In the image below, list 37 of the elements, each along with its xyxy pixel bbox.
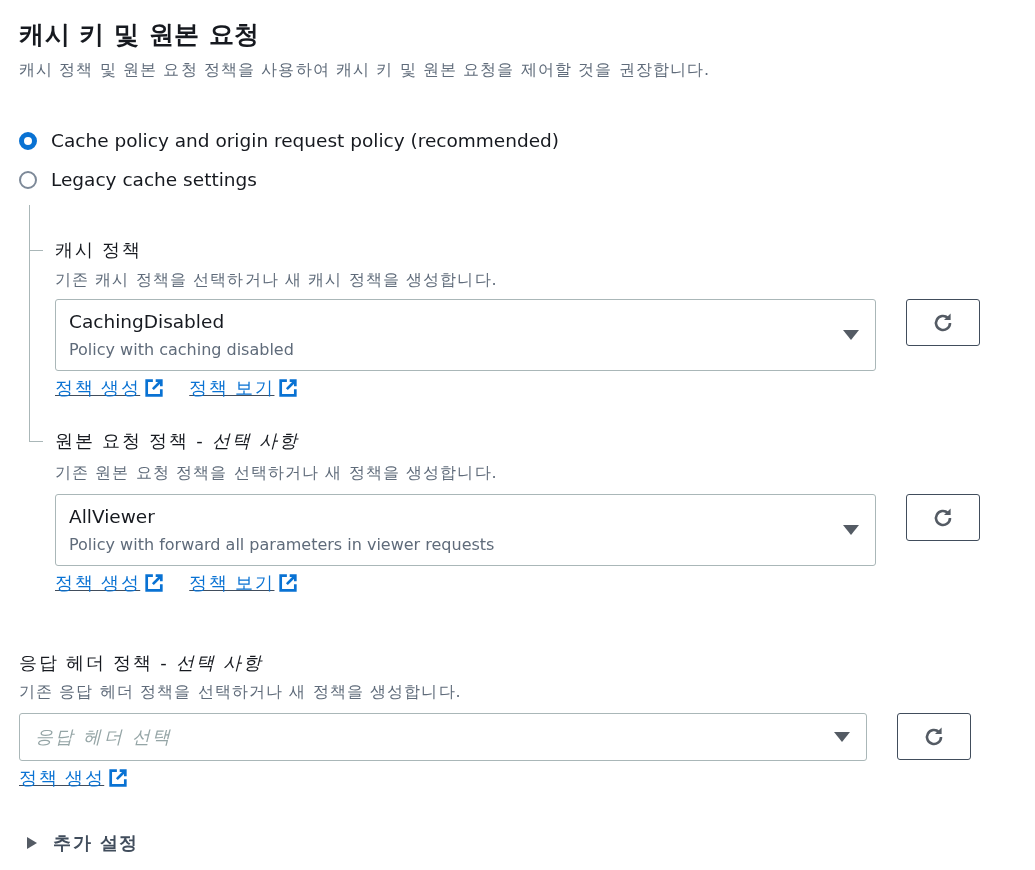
refresh-button[interactable] [906,299,980,346]
policy-link[interactable]: 정책 보기 [189,571,298,595]
external-link-icon [279,574,298,592]
field-label: 캐시 정책 [55,238,143,262]
caret-down-icon [834,732,850,742]
policy-link[interactable]: 정책 생성 [19,766,128,790]
radio-button[interactable] [19,132,37,150]
section-description: 캐시 정책 및 원본 요청 정책을 사용하여 캐시 키 및 원본 요청을 제어할 것을 권장합니다. [19,59,712,81]
policy-link[interactable]: 정책 생성 [55,376,164,400]
radio-button[interactable] [19,171,37,189]
select-field[interactable]: CachingDisabled Policy with caching disabled [55,299,876,371]
external-link-icon [145,379,164,397]
field-label: 원본 요청 정책 - 선택 사항 [55,429,300,453]
select-field[interactable]: 응답 헤더 선택 [19,713,867,761]
option-description: Policy with caching disabled [69,339,295,361]
radio-label[interactable]: Legacy cache settings [51,168,257,192]
selected-value: AllViewer [69,505,156,529]
refresh-button[interactable] [906,494,980,541]
expander-toggle[interactable]: 추가 설정 [53,831,139,855]
field-label: 응답 헤더 정책 - 선택 사항 [19,651,264,675]
external-link-icon [109,769,128,787]
policy-link[interactable]: 정책 보기 [189,376,298,400]
refresh-button[interactable] [897,713,971,760]
field-description: 기존 응답 헤더 정책을 선택하거나 새 정책을 생성합니다. [19,681,463,703]
external-link-icon [145,574,164,592]
caret-down-icon [843,330,859,340]
section-title: 캐시 키 및 원본 요청 [19,20,261,50]
caret-down-icon [843,525,859,535]
external-link-icon [279,379,298,397]
field-description: 기존 캐시 정책을 선택하거나 새 캐시 정책을 생성합니다. [55,269,499,291]
policy-link[interactable]: 정책 생성 [55,571,164,595]
selected-value: CachingDisabled [69,310,226,334]
field-description: 기존 원본 요청 정책을 선택하거나 새 정책을 생성합니다. [55,462,499,484]
select-field[interactable]: AllViewer Policy with forward all parameters in viewer requests [55,494,876,566]
option-description: Policy with forward all parameters in viewer requests [69,534,496,556]
radio-label[interactable]: Cache policy and origin request policy (recommended) [51,129,560,153]
select-placeholder: 응답 헤더 선택 [35,725,174,749]
